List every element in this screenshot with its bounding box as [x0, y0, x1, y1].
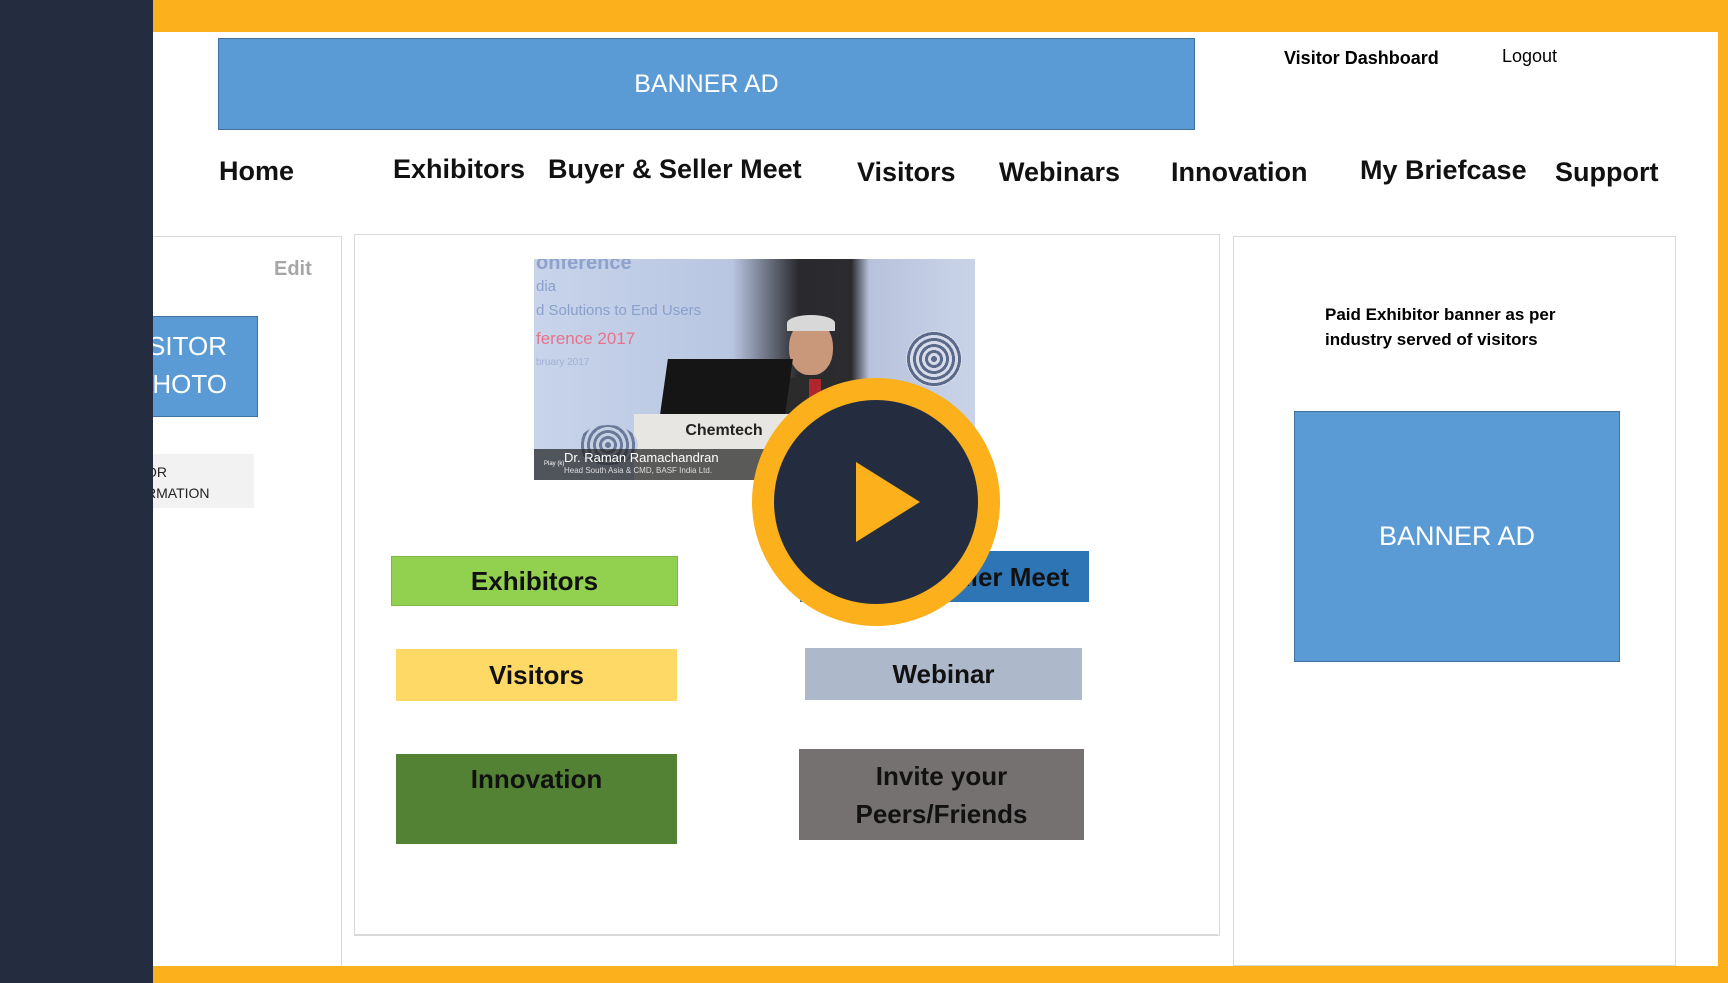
- play-button[interactable]: [752, 378, 1000, 626]
- sidebar-banner-label: BANNER AD: [1378, 521, 1536, 551]
- top-banner-label: BANNER AD: [634, 69, 779, 98]
- visitors-tile[interactable]: Visitors: [396, 649, 677, 701]
- webinar-tile[interactable]: Webinar: [805, 648, 1082, 700]
- laptop: [660, 359, 793, 414]
- exhibitors-tile-label: Exhibitors: [470, 566, 599, 596]
- nav-buyer-seller-meet[interactable]: Buyer & Seller Meet: [548, 154, 802, 185]
- sidebar-banner-ad[interactable]: BANNER AD: [1294, 411, 1620, 662]
- slide-emblem: [906, 331, 962, 387]
- innovation-tile-label: Innovation: [470, 764, 603, 794]
- play-button-inner: [774, 400, 978, 604]
- slide-line-4: ference 2017: [536, 329, 636, 348]
- video-play-hint: Play (k): [544, 461, 565, 467]
- nav-exhibitors[interactable]: Exhibitors: [393, 154, 525, 185]
- visitor-dashboard-link[interactable]: Visitor Dashboard: [1284, 48, 1439, 69]
- invite-tile-line2: Peers/Friends: [855, 798, 1028, 829]
- speaker-title: Head South Asia & CMD, BASF India Ltd.: [564, 466, 713, 475]
- webinar-tile-label: Webinar: [892, 659, 995, 689]
- nav-my-briefcase[interactable]: My Briefcase: [1360, 155, 1527, 186]
- top-banner-ad[interactable]: BANNER AD: [218, 38, 1195, 130]
- logout-link[interactable]: Logout: [1502, 46, 1557, 67]
- slide-line-1: onference: [536, 259, 632, 274]
- paid-banner-note: Paid Exhibitor banner as per industry se…: [1325, 302, 1556, 352]
- edit-profile-link[interactable]: Edit: [274, 258, 312, 281]
- exhibitors-tile[interactable]: Exhibitors: [391, 556, 678, 606]
- nav-support[interactable]: Support: [1555, 157, 1658, 188]
- nav-webinars[interactable]: Webinars: [999, 157, 1120, 188]
- nav-visitors[interactable]: Visitors: [857, 157, 956, 188]
- nav-innovation[interactable]: Innovation: [1171, 157, 1308, 188]
- slide-line-2: dia: [536, 278, 557, 295]
- innovation-tile[interactable]: Innovation: [396, 754, 677, 844]
- paid-note-line1: Paid Exhibitor banner as per: [1325, 305, 1556, 324]
- speaker-name: Dr. Raman Ramachandran: [564, 450, 719, 465]
- visitors-tile-label: Visitors: [489, 660, 584, 690]
- invite-peers-tile[interactable]: Invite your Peers/Friends: [799, 749, 1084, 840]
- screen-content: BANNER AD Visitor Dashboard Logout Home …: [30, 32, 1718, 966]
- left-dark-strip: [0, 0, 153, 983]
- visitor-info-line2: RMATION: [146, 485, 210, 501]
- center-panel-divider: [354, 934, 1218, 935]
- play-icon: [856, 462, 920, 542]
- visitor-info-line1: OR: [146, 464, 167, 480]
- slide-line-3: d Solutions to End Users: [536, 302, 702, 319]
- paid-note-line2: industry served of visitors: [1325, 330, 1538, 349]
- nav-home[interactable]: Home: [219, 156, 294, 187]
- invite-tile-line1: Invite your: [875, 760, 1008, 791]
- speaker-hair: [787, 315, 835, 331]
